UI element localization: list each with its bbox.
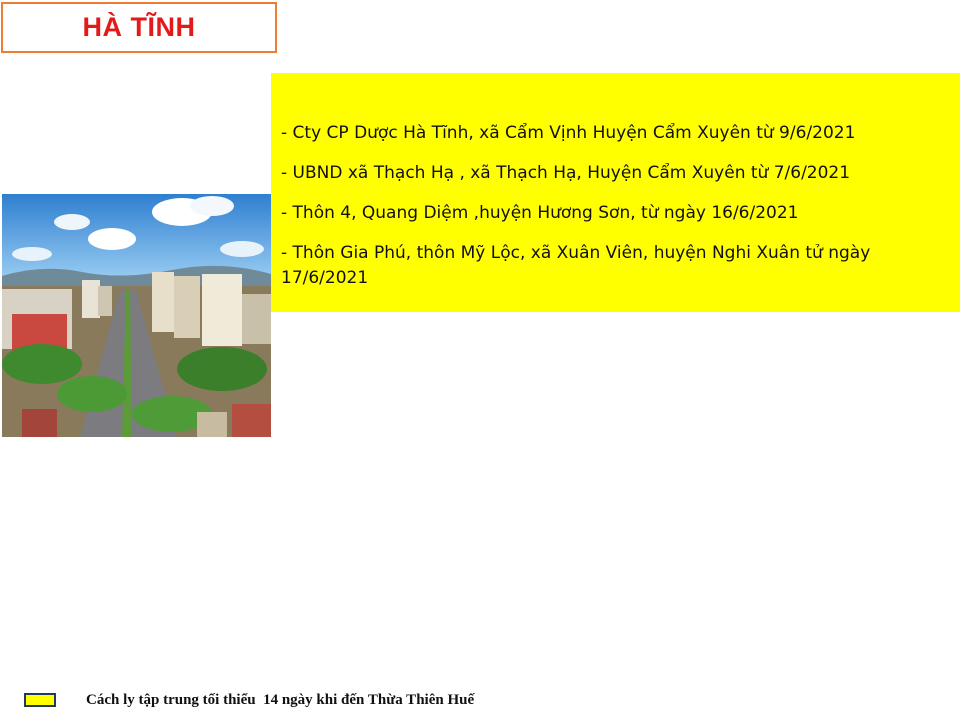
city-aerial-photo (2, 194, 271, 437)
location-item: - UBND xã Thạch Hạ , xã Thạch Hạ, Huyện … (281, 163, 851, 183)
location-item: - Thôn Gia Phú, thôn Mỹ Lộc, xã Xuân Viê… (281, 243, 871, 288)
legend-swatch (24, 693, 56, 707)
legend-text: Cách ly tập trung tối thiểu 14 ngày khi … (86, 691, 475, 708)
location-item: - Thôn 4, Quang Diệm ,huyện Hương Sơn, t… (281, 203, 799, 223)
legend: Cách ly tập trung tối thiểu 14 ngày khi … (24, 689, 474, 711)
location-item: - Cty CP Dược Hà Tĩnh, xã Cẩm Vịnh Huyện… (281, 123, 856, 143)
page-title: HÀ TĨNH (82, 12, 196, 42)
quarantine-locations-panel: - Cty CP Dược Hà Tĩnh, xã Cẩm Vịnh Huyện… (271, 73, 960, 312)
title-box: HÀ TĨNH (1, 2, 277, 53)
